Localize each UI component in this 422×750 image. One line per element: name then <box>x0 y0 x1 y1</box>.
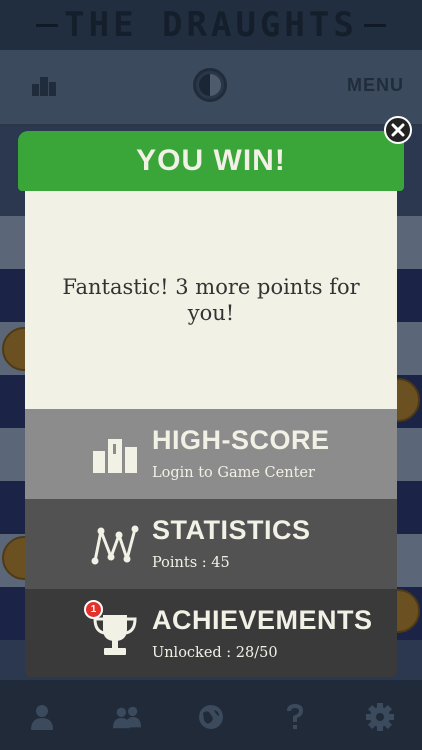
close-icon <box>391 123 405 137</box>
high-score-icon[interactable] <box>30 72 58 100</box>
theme-toggle-icon[interactable] <box>193 68 227 102</box>
statistics-button[interactable]: STATISTICS Points : 45 <box>25 499 397 589</box>
achievements-button[interactable]: 1 ACHIEVEMENTS Unlocked : 28/50 <box>25 589 397 677</box>
help-icon[interactable] <box>280 702 310 732</box>
panel-subtitle: Login to Game Center <box>152 465 315 481</box>
panel-title: ACHIEVEMENTS <box>152 605 373 635</box>
bottom-navigation <box>0 684 422 750</box>
podium-icon <box>93 439 137 473</box>
single-player-icon[interactable] <box>27 702 57 732</box>
app-title-bar: THE DRAUGHTS <box>0 0 422 50</box>
close-button[interactable] <box>384 116 412 144</box>
app-title: THE DRAUGHTS <box>64 5 358 45</box>
top-toolbar: MENU <box>0 50 422 126</box>
high-score-button[interactable]: HIGH-SCORE Login to Game Center <box>25 409 397 499</box>
title-right-dash <box>363 23 386 27</box>
settings-gear-icon[interactable] <box>365 702 395 732</box>
panel-title: HIGH-SCORE <box>152 425 330 455</box>
win-message: Fantastic! 3 more points for you! <box>62 275 360 325</box>
trophy-icon <box>93 615 137 655</box>
dialog-header: YOU WIN! <box>18 131 404 191</box>
win-dialog: YOU WIN! Fantastic! 3 more points for yo… <box>18 116 412 679</box>
two-players-icon[interactable] <box>112 702 142 732</box>
panel-title: STATISTICS <box>152 515 311 545</box>
panel-subtitle: Points : 45 <box>152 555 230 571</box>
dialog-title: YOU WIN! <box>136 144 286 177</box>
menu-button[interactable]: MENU <box>347 75 404 96</box>
dialog-body: Fantastic! 3 more points for you! <box>25 191 397 409</box>
line-graph-icon <box>91 525 139 565</box>
online-globe-icon[interactable] <box>196 702 226 732</box>
panel-subtitle: Unlocked : 28/50 <box>152 645 278 661</box>
title-left-dash <box>36 23 59 27</box>
notification-badge: 1 <box>84 600 103 619</box>
